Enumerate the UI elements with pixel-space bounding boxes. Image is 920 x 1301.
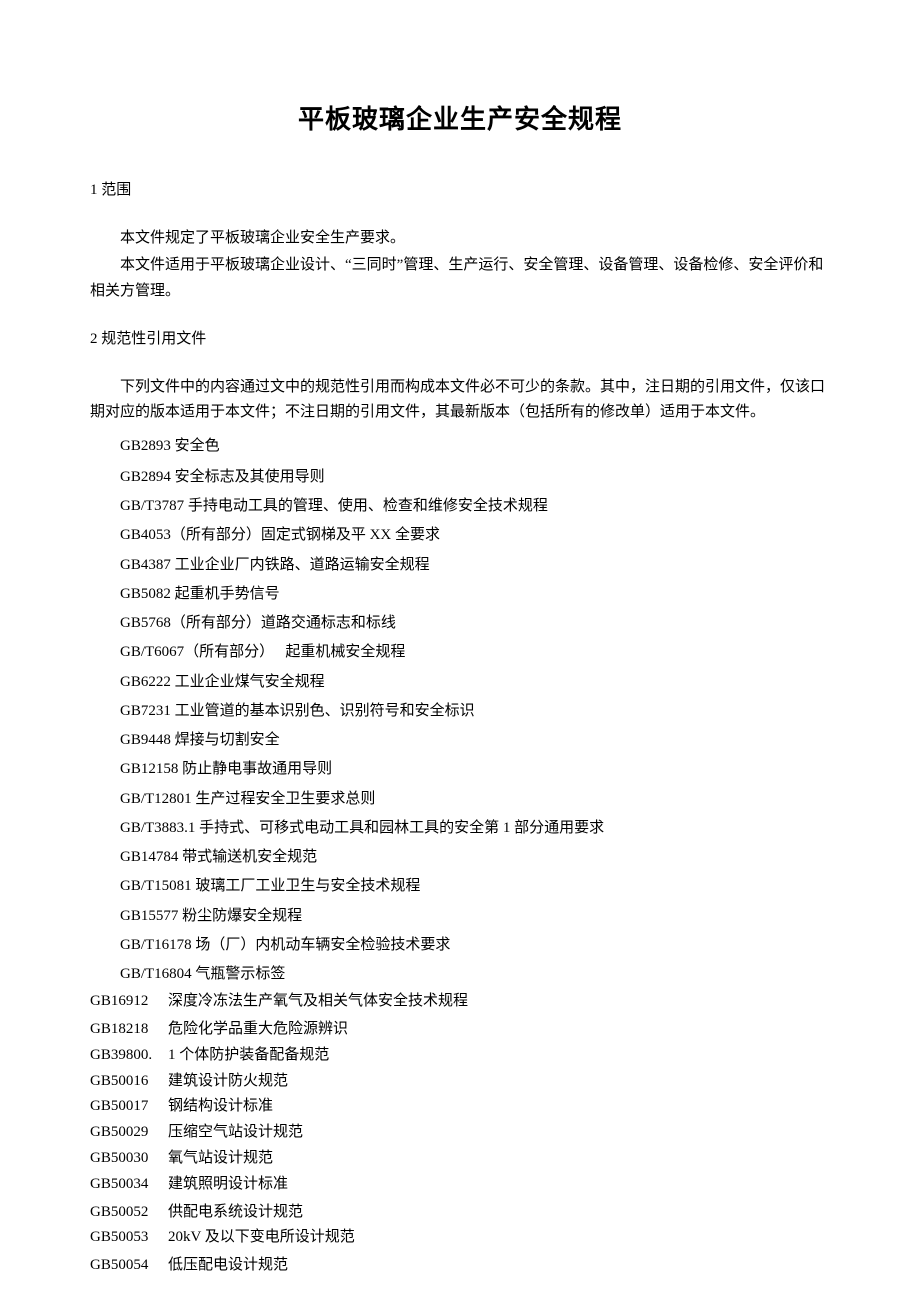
ref-item: GB2893 安全色 (120, 432, 830, 461)
ref-code: GB50052 (90, 1200, 168, 1226)
ref-row: GB50054 低压配电设计规范 (90, 1253, 830, 1279)
ref-code: GB50016 (90, 1069, 168, 1095)
section-1-para-1: 本文件规定了平板玻璃企业安全生产要求。 (90, 226, 830, 252)
section-1-body: 本文件规定了平板玻璃企业安全生产要求。 本文件适用于平板玻璃企业设计、“三同时”… (90, 226, 830, 305)
ref-code: GB50053 (90, 1225, 168, 1251)
ref-code: GB50034 (90, 1172, 168, 1198)
section-2-intro-text: 下列文件中的内容通过文中的规范性引用而构成本文件必不可少的条款。其中，注日期的引… (90, 375, 830, 426)
ref-item: GB14784 带式输送机安全规范 (120, 843, 830, 872)
ref-item: GB5768（所有部分）道路交通标志和标线 (120, 609, 830, 638)
reference-list-indented: GB2893 安全色 GB2894 安全标志及其使用导则 GB/T3787 手持… (120, 432, 830, 990)
ref-title: 建筑照明设计标准 (168, 1172, 830, 1198)
ref-item: GB5082 起重机手势信号 (120, 580, 830, 609)
ref-item: GB12158 防止静电事故通用导则 (120, 755, 830, 784)
ref-title: 氧气站设计规范 (168, 1146, 830, 1172)
section-2-heading: 2 规范性引用文件 (90, 328, 830, 351)
ref-item: GB15577 粉尘防爆安全规程 (120, 902, 830, 931)
ref-row: GB50030 氧气站设计规范 (90, 1146, 830, 1172)
ref-title: 20kV 及以下变电所设计规范 (168, 1225, 830, 1251)
ref-item: GB/T16178 场（厂）内机动车辆安全检验技术要求 (120, 931, 830, 960)
ref-title: 钢结构设计标准 (168, 1094, 830, 1120)
ref-row: GB18218 危险化学品重大危险源辨识 (90, 1017, 830, 1043)
ref-row: GB50034 建筑照明设计标准 (90, 1172, 830, 1198)
ref-title: 深度冷冻法生产氧气及相关气体安全技术规程 (168, 989, 830, 1015)
ref-item: GB/T3787 手持电动工具的管理、使用、检查和维修安全技术规程 (120, 492, 830, 521)
ref-code: GB16912 (90, 989, 168, 1015)
ref-row: GB50016 建筑设计防火规范 (90, 1069, 830, 1095)
ref-code: GB50029 (90, 1120, 168, 1146)
ref-title: 危险化学品重大危险源辨识 (168, 1017, 830, 1043)
ref-item: GB/T15081 玻璃工厂工业卫生与安全技术规程 (120, 872, 830, 901)
ref-code: GB18218 (90, 1017, 168, 1043)
section-1-heading: 1 范围 (90, 179, 830, 202)
section-1-para-2: 本文件适用于平板玻璃企业设计、“三同时”管理、生产运行、安全管理、设备管理、设备… (90, 253, 830, 304)
ref-row: GB39800. 1 个体防护装备配备规范 (90, 1043, 830, 1069)
reference-list-flush: GB16912 深度冷冻法生产氧气及相关气体安全技术规程 GB18218 危险化… (90, 989, 830, 1279)
ref-row: GB16912 深度冷冻法生产氧气及相关气体安全技术规程 (90, 989, 830, 1015)
ref-item: GB/T6067（所有部分） 起重机械安全规程 (120, 638, 830, 667)
ref-item: GB7231 工业管道的基本识别色、识别符号和安全标识 (120, 697, 830, 726)
ref-item: GB/T3883.1 手持式、可移式电动工具和园林工具的安全第 1 部分通用要求 (120, 814, 830, 843)
ref-item: GB6222 工业企业煤气安全规程 (120, 668, 830, 697)
ref-row: GB50053 20kV 及以下变电所设计规范 (90, 1225, 830, 1251)
ref-item: GB4387 工业企业厂内铁路、道路运输安全规程 (120, 551, 830, 580)
ref-item: GB2894 安全标志及其使用导则 (120, 463, 830, 492)
section-2-intro: 下列文件中的内容通过文中的规范性引用而构成本文件必不可少的条款。其中，注日期的引… (90, 375, 830, 426)
ref-code: GB39800. (90, 1043, 168, 1069)
ref-item: GB/T16804 气瓶警示标签 (120, 960, 830, 989)
ref-title: 1 个体防护装备配备规范 (168, 1043, 830, 1069)
ref-item: GB/T12801 生产过程安全卫生要求总则 (120, 785, 830, 814)
ref-title: 压缩空气站设计规范 (168, 1120, 830, 1146)
ref-item: GB9448 焊接与切割安全 (120, 726, 830, 755)
ref-row: GB50017 钢结构设计标准 (90, 1094, 830, 1120)
ref-code: GB50054 (90, 1253, 168, 1279)
ref-row: GB50029 压缩空气站设计规范 (90, 1120, 830, 1146)
ref-item: GB4053（所有部分）固定式钢梯及平 XX 全要求 (120, 521, 830, 550)
ref-title: 低压配电设计规范 (168, 1253, 830, 1279)
ref-title: 供配电系统设计规范 (168, 1200, 830, 1226)
ref-code: GB50030 (90, 1146, 168, 1172)
ref-title: 建筑设计防火规范 (168, 1069, 830, 1095)
ref-code: GB50017 (90, 1094, 168, 1120)
ref-row: GB50052 供配电系统设计规范 (90, 1200, 830, 1226)
document-title: 平板玻璃企业生产安全规程 (90, 100, 830, 139)
